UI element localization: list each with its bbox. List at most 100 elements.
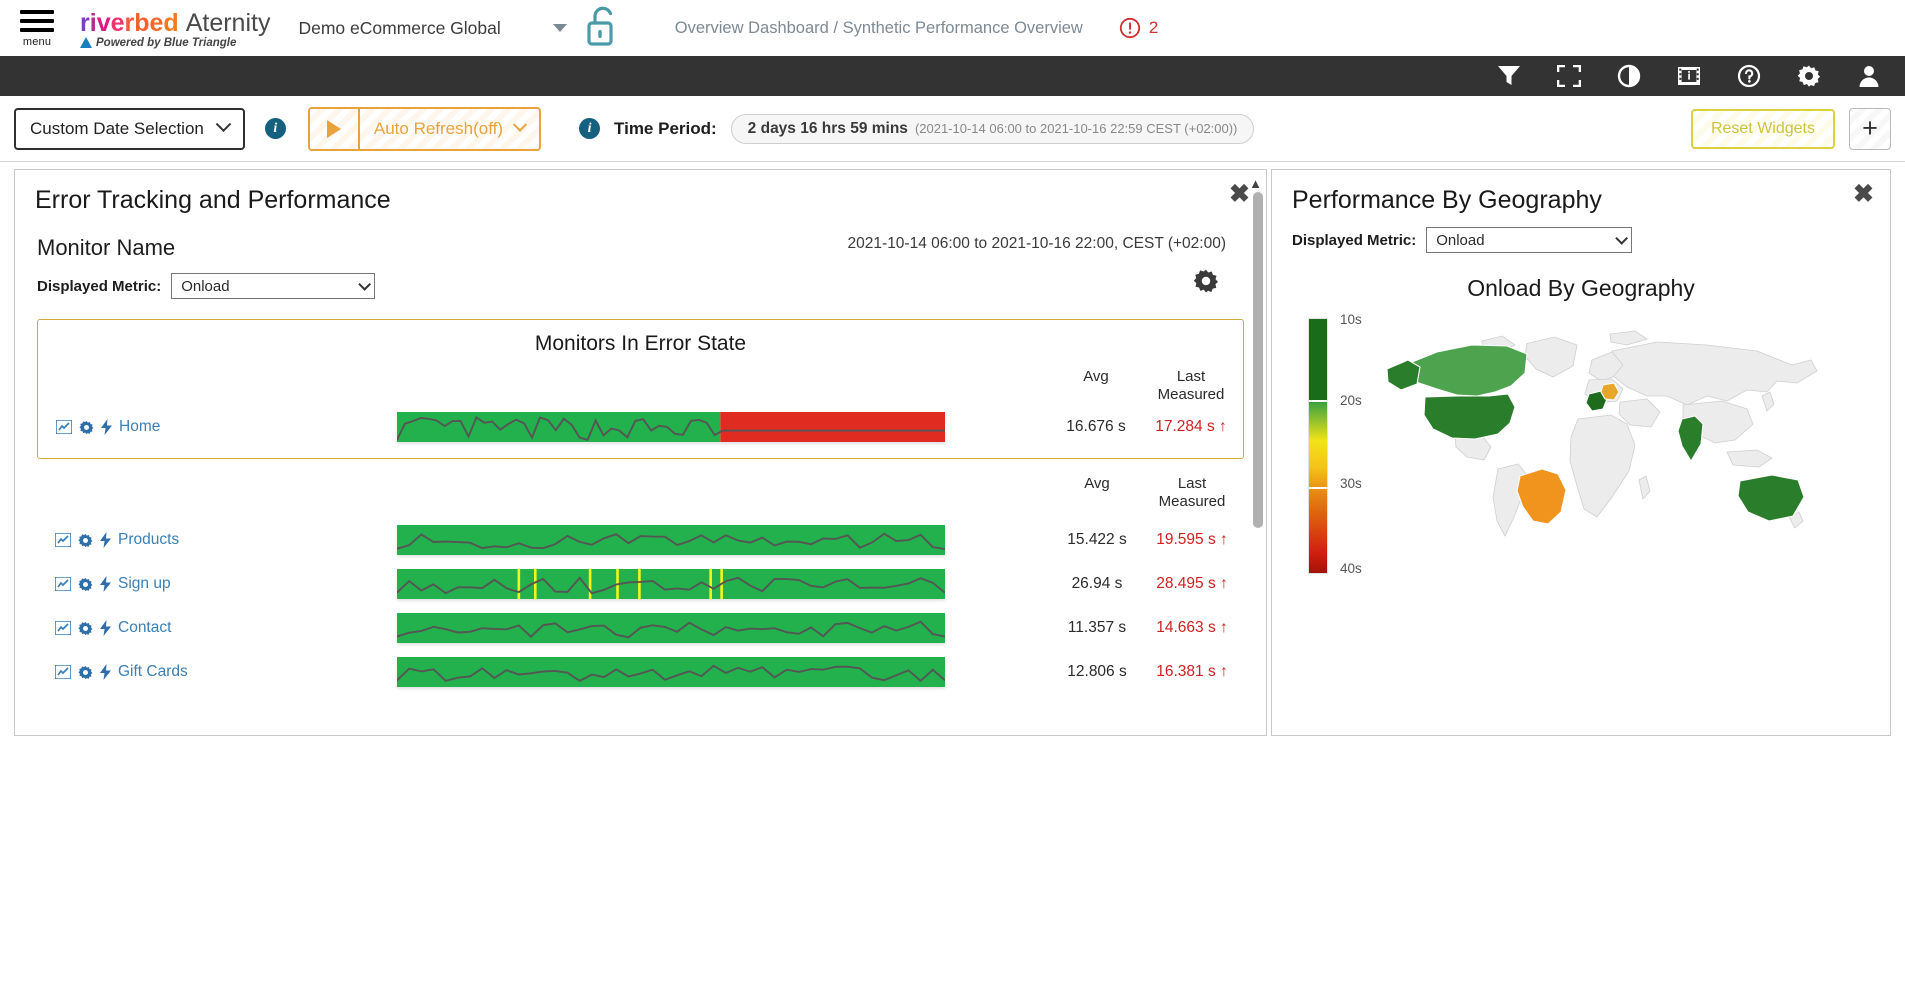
tenant-selector[interactable]: Demo eCommerce Global [298, 17, 567, 39]
displayed-metric-select[interactable]: Onload [171, 273, 376, 299]
chart-icon[interactable] [55, 621, 71, 635]
chart-icon[interactable] [56, 420, 72, 434]
avg-value: 12.806 s [1067, 663, 1127, 680]
region-canada[interactable] [1405, 344, 1528, 397]
region-brazil[interactable] [1516, 468, 1567, 525]
monitor-name-cell[interactable]: Sign up [37, 575, 287, 593]
close-icon[interactable]: ✖ [1853, 182, 1874, 207]
global-icon-toolbar [0, 56, 1905, 96]
geo-displayed-metric-select[interactable]: Onload [1426, 227, 1633, 253]
error-tracking-widget: ✖ Error Tracking and Performance Monitor… [14, 169, 1267, 736]
trend-up-icon: ↑ [1219, 418, 1227, 435]
film-info-icon[interactable] [1677, 65, 1701, 87]
reset-widgets-button[interactable]: Reset Widgets [1690, 108, 1835, 149]
chart-icon[interactable] [55, 533, 71, 547]
region-india[interactable] [1677, 415, 1704, 463]
user-icon[interactable] [1857, 64, 1881, 88]
sparkline-contact[interactable] [396, 613, 945, 643]
column-header-last-measured: Last Measured [1158, 475, 1226, 510]
sparkline-home[interactable] [395, 412, 945, 442]
avg-value: 15.422 s [1067, 531, 1127, 548]
table-row[interactable]: Contact 11.357 s 14.663 s ↑ [37, 613, 1244, 643]
last-measured-value: 14.663 s ↑ [1156, 619, 1228, 636]
dashboard-control-bar: Custom Date Selection i Auto Refresh(off… [0, 96, 1905, 162]
time-period-duration: 2 days 16 hrs 59 mins [747, 119, 908, 137]
hamburger-menu-button[interactable]: menu [0, 0, 74, 56]
custom-date-selection-button[interactable]: Custom Date Selection [14, 107, 245, 150]
monitor-link[interactable]: Gift Cards [118, 663, 188, 681]
legend-gradient-bar [1308, 318, 1329, 574]
chart-icon[interactable] [55, 665, 71, 679]
add-widget-button[interactable]: + [1849, 107, 1891, 150]
widget-settings-button[interactable] [1186, 263, 1226, 299]
displayed-metric-label: Displayed Metric: [37, 277, 162, 295]
bolt-icon[interactable] [101, 419, 112, 435]
region-australia[interactable] [1737, 474, 1805, 522]
unlock-icon[interactable] [583, 3, 623, 54]
monitor-name-cell[interactable]: Gift Cards [37, 663, 287, 681]
gear-icon[interactable] [78, 533, 93, 548]
column-header-avg: Avg [1083, 368, 1109, 385]
monitor-link[interactable]: Home [119, 418, 160, 436]
scrollbar-thumb[interactable] [1253, 192, 1263, 528]
time-period-pill[interactable]: 2 days 16 hrs 59 mins (2021-10-14 06:00 … [730, 113, 1255, 144]
table-row[interactable]: Gift Cards 12.806 s 16.381 s ↑ [37, 657, 1244, 687]
error-tracking-scroll-area: Error Tracking and Performance Monitor N… [15, 170, 1266, 695]
play-refresh-button[interactable] [309, 108, 360, 149]
play-icon [326, 119, 341, 138]
geo-map-area: 10s 20s 30s 40s [1272, 312, 1890, 672]
trend-up-icon: ↑ [1220, 663, 1228, 680]
auto-refresh-dropdown[interactable]: Auto Refresh(off) [359, 108, 540, 149]
sparkline-cell [287, 525, 1054, 555]
bolt-icon[interactable] [100, 620, 111, 636]
monitor-link[interactable]: Contact [118, 619, 171, 637]
hamburger-icon [20, 10, 54, 32]
time-period-info-icon[interactable]: i [579, 118, 601, 139]
filter-icon[interactable] [1497, 65, 1521, 87]
sparkline-products[interactable] [396, 525, 945, 555]
alert-exclamation-icon [1119, 17, 1140, 39]
breadcrumb[interactable]: Overview Dashboard / Synthetic Performan… [675, 19, 1083, 38]
chevron-down-icon [215, 116, 232, 133]
bolt-icon[interactable] [100, 576, 111, 592]
monitor-name-cell[interactable]: Contact [37, 619, 287, 637]
table-row[interactable]: Products 15.422 s 19.595 s ↑ [37, 525, 1244, 555]
tenant-label: Demo eCommerce Global [298, 17, 501, 38]
scroll-up-icon[interactable]: ▲ [1249, 176, 1262, 191]
geo-displayed-metric-value: Onload [1436, 231, 1485, 249]
monitors-in-error-panel: Monitors In Error State Avg Last Measure… [37, 319, 1244, 459]
help-icon[interactable] [1737, 64, 1761, 88]
legend-tick-0: 10s [1340, 312, 1362, 327]
displayed-metric-value: Onload [181, 277, 230, 295]
riverbed-aternity-logo: riverbed Aternity Powered by Blue Triangl… [80, 8, 271, 49]
region-alaska[interactable] [1386, 359, 1421, 391]
monitor-name-cell[interactable]: Products [37, 531, 287, 549]
fullscreen-icon[interactable] [1557, 65, 1581, 87]
vertical-scrollbar[interactable] [1253, 192, 1263, 592]
monitor-name-cell[interactable]: Home [38, 418, 288, 436]
date-info-icon[interactable]: i [264, 118, 286, 139]
monitor-list-area: Avg Last Measured Products 15.422 s 19.595… [15, 475, 1266, 695]
sparkline-sign-up[interactable] [395, 569, 946, 599]
sparkline-gift-cards[interactable] [395, 657, 946, 687]
chevron-down-icon [552, 24, 567, 32]
table-row[interactable]: Home 16.676 s 17.284 s ↑ [38, 412, 1243, 442]
gear-icon[interactable] [78, 621, 93, 636]
alert-indicator[interactable]: 2 [1119, 17, 1158, 39]
blue-triangle-icon [80, 37, 92, 48]
region-united-states[interactable] [1423, 393, 1516, 440]
chart-icon[interactable] [55, 577, 71, 591]
contrast-icon[interactable] [1617, 64, 1641, 88]
gear-icon[interactable] [79, 420, 94, 435]
gear-icon[interactable] [78, 665, 93, 680]
last-measured-value: 17.284 s ↑ [1155, 418, 1227, 435]
monitor-link[interactable]: Products [118, 531, 179, 549]
legend-tick-2: 30s [1340, 476, 1362, 491]
gear-icon[interactable] [1797, 64, 1821, 88]
bolt-icon[interactable] [100, 664, 111, 680]
left-widget-subheader: Monitor Name Displayed Metric: Onload 20… [15, 235, 1266, 299]
monitor-link[interactable]: Sign up [118, 575, 171, 593]
bolt-icon[interactable] [100, 532, 111, 548]
table-row[interactable]: Sign up 26.94 s 28.495 s ↑ [37, 569, 1244, 599]
gear-icon[interactable] [78, 577, 93, 592]
